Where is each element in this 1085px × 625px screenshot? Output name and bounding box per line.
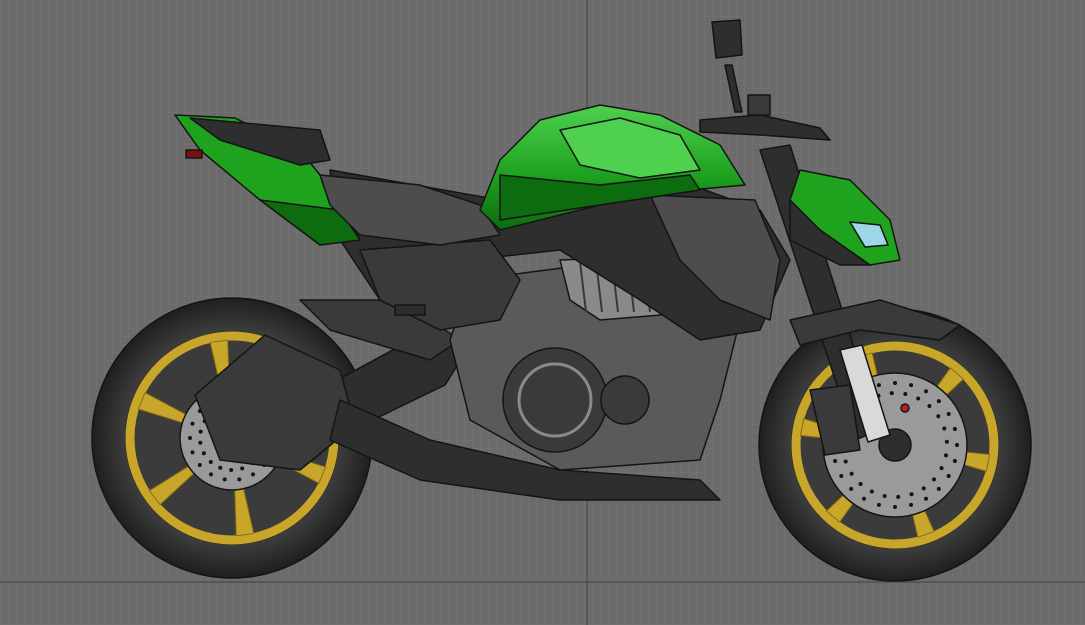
disc-hole [849, 486, 854, 491]
disc-hole [222, 477, 227, 482]
tail-light [185, 149, 203, 159]
disc-hole [201, 451, 206, 456]
disc-hole [882, 493, 887, 498]
disc-hole [946, 474, 951, 478]
disc-hole [946, 412, 951, 416]
disc-hole [909, 383, 914, 388]
disc-hole [876, 502, 881, 507]
disc-hole [237, 477, 242, 482]
disc-hole [190, 450, 195, 455]
disc-hole [955, 443, 959, 447]
disc-hole [198, 440, 203, 445]
disc-hole [876, 383, 881, 388]
disc-hole [909, 502, 914, 507]
disc-hole [893, 505, 897, 509]
disc-hole [188, 436, 192, 440]
disc-hole [936, 486, 941, 491]
disc-hole [849, 471, 854, 476]
disc-hole [858, 481, 863, 486]
disc-hole [924, 496, 928, 501]
disc-hole [251, 472, 255, 477]
disc-hole [916, 396, 921, 401]
brake-reservoir [747, 94, 771, 116]
disc-hole [939, 466, 944, 471]
footpeg [394, 304, 426, 316]
disc-hole [889, 391, 894, 396]
disc-hole [927, 404, 932, 409]
disc-hole [952, 426, 957, 431]
disc-hole [896, 494, 901, 499]
disc-hole [862, 496, 866, 501]
disc-hole [833, 459, 838, 464]
disc-hole [942, 426, 947, 431]
disc-hole [197, 462, 202, 467]
disc-hole [209, 472, 213, 477]
disc-hole [936, 399, 941, 404]
disc-hole [943, 453, 948, 458]
disc-hole [893, 381, 897, 385]
disc-hole [921, 486, 926, 491]
disc-hole [218, 465, 223, 470]
disc-hole [869, 489, 874, 494]
disc-hole [843, 459, 848, 464]
alternator-cover [600, 375, 650, 425]
disc-hole [208, 459, 213, 464]
fork-adjuster [900, 403, 910, 413]
disc-hole [924, 389, 928, 394]
disc-hole [839, 474, 844, 478]
mirror [711, 19, 743, 59]
disc-hole [936, 414, 941, 419]
disc-hole [198, 429, 203, 434]
disc-hole [944, 439, 949, 444]
disc-hole [903, 392, 908, 397]
disc-hole [190, 421, 195, 426]
disc-hole [229, 467, 234, 472]
disc-hole [909, 492, 914, 497]
disc-hole [240, 466, 245, 471]
front-wheel[interactable] [758, 308, 1032, 582]
disc-hole [952, 459, 957, 464]
3d-viewport[interactable] [0, 0, 1085, 625]
disc-hole [931, 477, 936, 482]
viewport-canvas[interactable] [0, 0, 1085, 625]
